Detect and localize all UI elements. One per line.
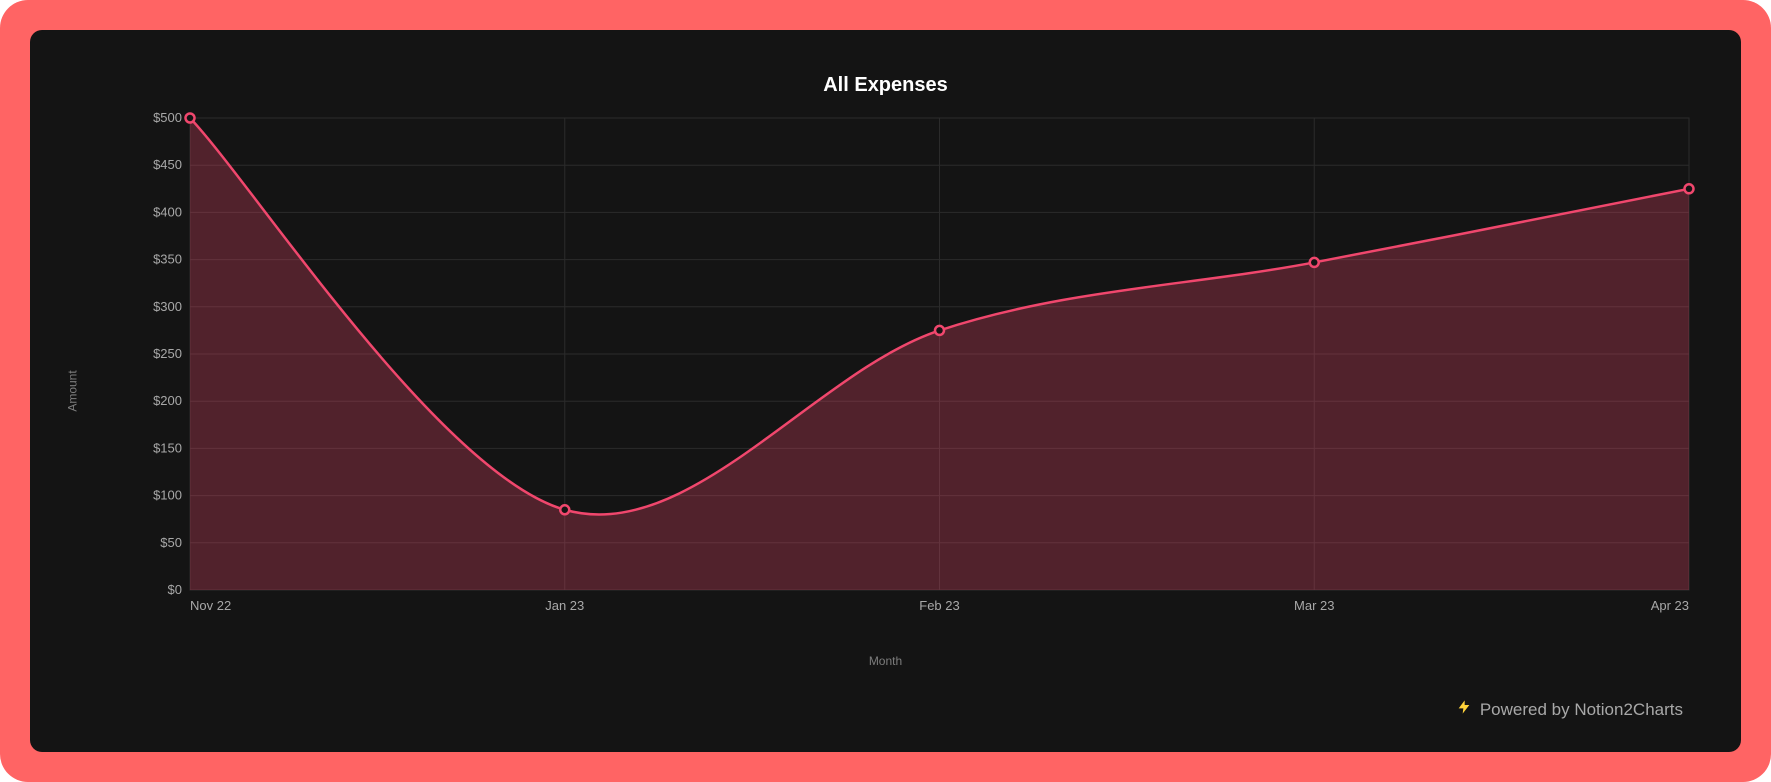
y-tick-label: $350 [153, 252, 182, 267]
y-tick-label: $500 [153, 110, 182, 125]
y-tick-label: $300 [153, 299, 182, 314]
x-tick-label: Jan 23 [545, 598, 584, 613]
y-axis-label: Amount [66, 370, 80, 411]
chart-title: All Expenses [30, 74, 1741, 97]
y-tick-label: $400 [153, 204, 182, 219]
y-tick-label: $100 [153, 488, 182, 503]
bolt-icon [1456, 699, 1472, 720]
y-tick-label: $150 [153, 440, 182, 455]
data-point [1685, 184, 1694, 193]
data-point [935, 326, 944, 335]
y-tick-label: $450 [153, 157, 182, 172]
footer[interactable]: Powered by Notion2Charts [1456, 699, 1683, 720]
x-axis-label: Month [30, 654, 1741, 668]
y-tick-label: $0 [168, 582, 182, 597]
x-tick-label: Mar 23 [1294, 598, 1334, 613]
outer-frame: All Expenses Amount $0 $50 $100 $150 $200 $25… [0, 0, 1771, 782]
footer-text: Powered by Notion2Charts [1480, 700, 1683, 720]
data-point [186, 114, 195, 123]
data-point [1310, 258, 1319, 267]
data-point [560, 505, 569, 514]
chart-panel: All Expenses Amount $0 $50 $100 $150 $200 $25… [30, 30, 1741, 752]
plot-area: $0$50$100$150$200$250$300$350$400$450$50… [150, 118, 1689, 590]
y-tick-label: $50 [160, 535, 182, 550]
x-tick-label: Feb 23 [919, 598, 959, 613]
y-tick-label: $200 [153, 393, 182, 408]
x-tick-label: Nov 22 [190, 598, 231, 613]
x-tick-label: Apr 23 [1651, 598, 1689, 613]
y-tick-label: $250 [153, 346, 182, 361]
chart-svg: $0$50$100$150$200$250$300$350$400$450$50… [150, 118, 1689, 590]
